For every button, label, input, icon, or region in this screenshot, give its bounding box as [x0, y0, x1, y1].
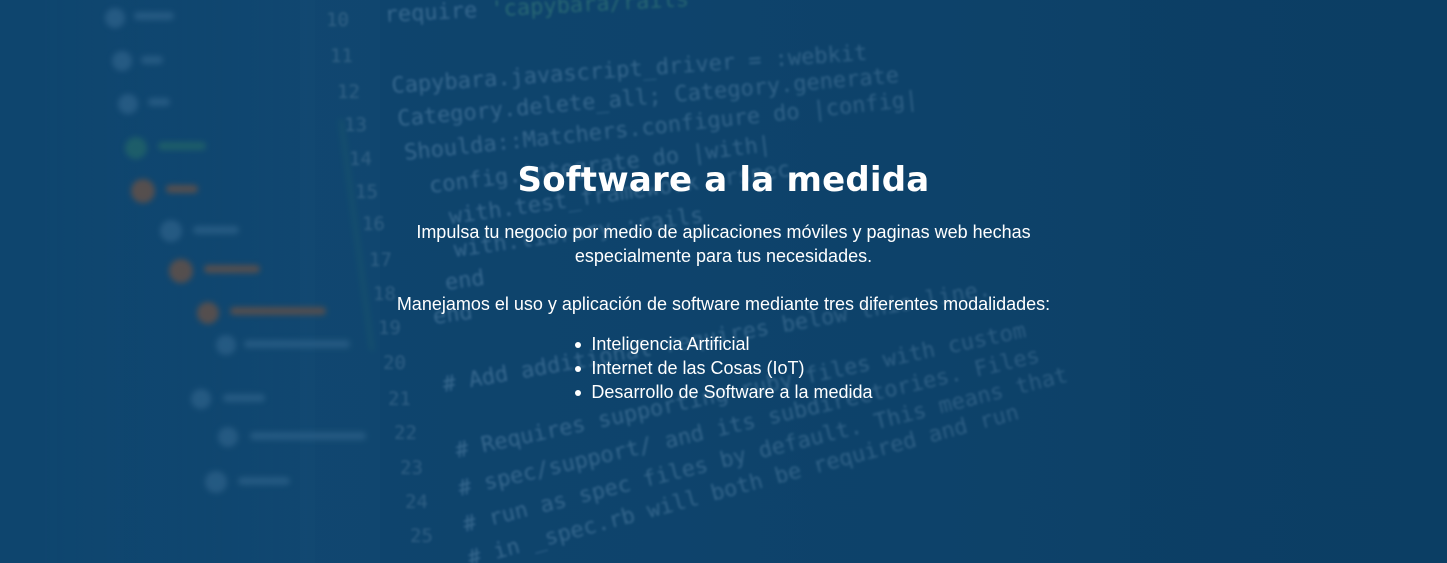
hero-intro-line-2: especialmente para tus necesidades. — [574, 246, 873, 266]
modalities-list: Inteligencia Artificial Internet de las … — [574, 332, 873, 404]
hero-title: Software a la medida — [517, 160, 930, 200]
hero-intro-paragraph: Impulsa tu negocio por medio de aplicaci… — [379, 220, 1069, 268]
hero-intro-line-1: Impulsa tu negocio por medio de aplicaci… — [416, 222, 1031, 242]
modality-item-label: Internet de las Cosas (IoT) — [591, 358, 805, 378]
modality-item-label: Inteligencia Artificial — [591, 334, 750, 354]
hero-modalities-paragraph: Manejamos el uso y aplicación de softwar… — [396, 294, 1051, 314]
modality-item-label: Desarrollo de Software a la medida — [591, 382, 873, 402]
modality-item-custom-software: Desarrollo de Software a la medida — [574, 380, 873, 404]
hero-banner: 10 11 12 13 14 15 16 17 18 19 20 21 22 2… — [0, 0, 1447, 563]
modality-item-iot: Internet de las Cosas (IoT) — [574, 356, 872, 380]
hero-content: Software a la medida Impulsa tu negocio … — [0, 158, 1447, 404]
modality-item-ai: Inteligencia Artificial — [574, 332, 872, 356]
